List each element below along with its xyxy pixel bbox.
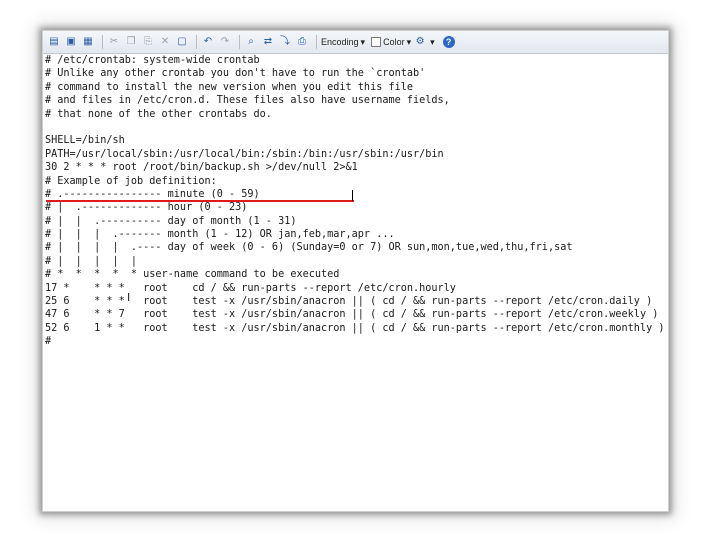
editor-line[interactable]: # /etc/crontab: system-wide crontab: [45, 54, 668, 67]
paste-icon[interactable]: ⎘: [141, 35, 155, 49]
chevron-down-icon[interactable]: ▾: [407, 37, 412, 48]
help-icon[interactable]: ?: [442, 36, 455, 48]
editor-window: ▤ ▣ ▦ ✂ ❐ ⎘ ✕ ▢ ↶ ↷ ⌕ ⇄ ⤵ ⎙ Encoding ▾ C…: [42, 30, 669, 512]
redo-icon[interactable]: ↷: [218, 35, 232, 49]
select-icon[interactable]: ▢: [175, 35, 189, 49]
editor-line[interactable]: # * * * * * user-name command to be exec…: [45, 268, 668, 281]
editor-line[interactable]: # | | .---------- day of month (1 - 31): [45, 215, 668, 228]
editor-line[interactable]: # command to install the new version whe…: [45, 81, 668, 94]
print-icon[interactable]: ⎙: [295, 35, 309, 49]
text-editor[interactable]: # /etc/crontab: system-wide crontab # Unl…: [45, 54, 668, 511]
gear-icon[interactable]: ⚙: [413, 35, 427, 49]
editor-line[interactable]: 17 * * * * root cd / && run-parts --repo…: [45, 282, 668, 295]
chevron-down-icon[interactable]: ▾: [430, 37, 435, 48]
editor-line[interactable]: #: [45, 335, 668, 348]
encoding-dropdown[interactable]: Encoding: [321, 37, 359, 47]
undo-icon[interactable]: ↶: [201, 35, 215, 49]
highlight-underline: [46, 200, 354, 202]
color-checkbox[interactable]: [371, 37, 382, 47]
editor-line[interactable]: 52 6 1 * * root test -x /usr/sbin/anacro…: [45, 322, 668, 335]
editor-line[interactable]: # and files in /etc/cron.d. These files …: [45, 94, 668, 107]
editor-line[interactable]: 47 6 * * 7 root test -x /usr/sbin/anacro…: [45, 308, 668, 321]
replace-icon[interactable]: ⇄: [261, 35, 275, 49]
open-icon[interactable]: ▤: [47, 35, 61, 49]
text-cursor: [352, 190, 353, 201]
editor-line[interactable]: 25 6 * * * root test -x /usr/sbin/anacro…: [45, 295, 668, 308]
find-icon[interactable]: ⌕: [244, 35, 258, 49]
cut-icon[interactable]: ✂: [107, 35, 121, 49]
toolbar-divider: [102, 35, 103, 49]
save-icon[interactable]: ▣: [64, 35, 78, 49]
toolbar-divider: [316, 35, 317, 49]
editor-line[interactable]: # Unlike any other crontab you don't hav…: [45, 67, 668, 80]
editor-line[interactable]: PATH=/usr/local/sbin:/usr/local/bin:/sbi…: [45, 148, 668, 161]
toolbar: ▤ ▣ ▦ ✂ ❐ ⎘ ✕ ▢ ↶ ↷ ⌕ ⇄ ⤵ ⎙ Encoding ▾ C…: [43, 31, 668, 54]
editor-line[interactable]: # | .------------- hour (0 - 23): [45, 201, 668, 214]
editor-line[interactable]: # that none of the other crontabs do.: [45, 108, 668, 121]
toolbar-divider: [196, 35, 197, 49]
editor-line[interactable]: 30 2 * * * root /root/bin/backup.sh >/de…: [45, 161, 668, 174]
editor-line[interactable]: # Example of job definition:: [45, 175, 668, 188]
editor-line[interactable]: SHELL=/bin/sh: [45, 134, 668, 147]
editor-line[interactable]: # | | | | |: [45, 255, 668, 268]
chevron-down-icon[interactable]: ▾: [361, 37, 366, 48]
save-as-icon[interactable]: ▦: [81, 35, 95, 49]
delete-icon[interactable]: ✕: [158, 35, 172, 49]
copy-icon[interactable]: ❐: [124, 35, 138, 49]
toolbar-divider: [239, 35, 240, 49]
editor-line[interactable]: # | | | | .---- day of week (0 - 6) (Sun…: [45, 241, 668, 254]
color-dropdown[interactable]: Color: [383, 37, 405, 47]
editor-line[interactable]: # | | | .------- month (1 - 12) OR jan,f…: [45, 228, 668, 241]
goto-icon[interactable]: ⤵: [278, 35, 292, 49]
ibeam-cursor-icon: I: [127, 291, 131, 304]
editor-line[interactable]: [45, 121, 668, 134]
